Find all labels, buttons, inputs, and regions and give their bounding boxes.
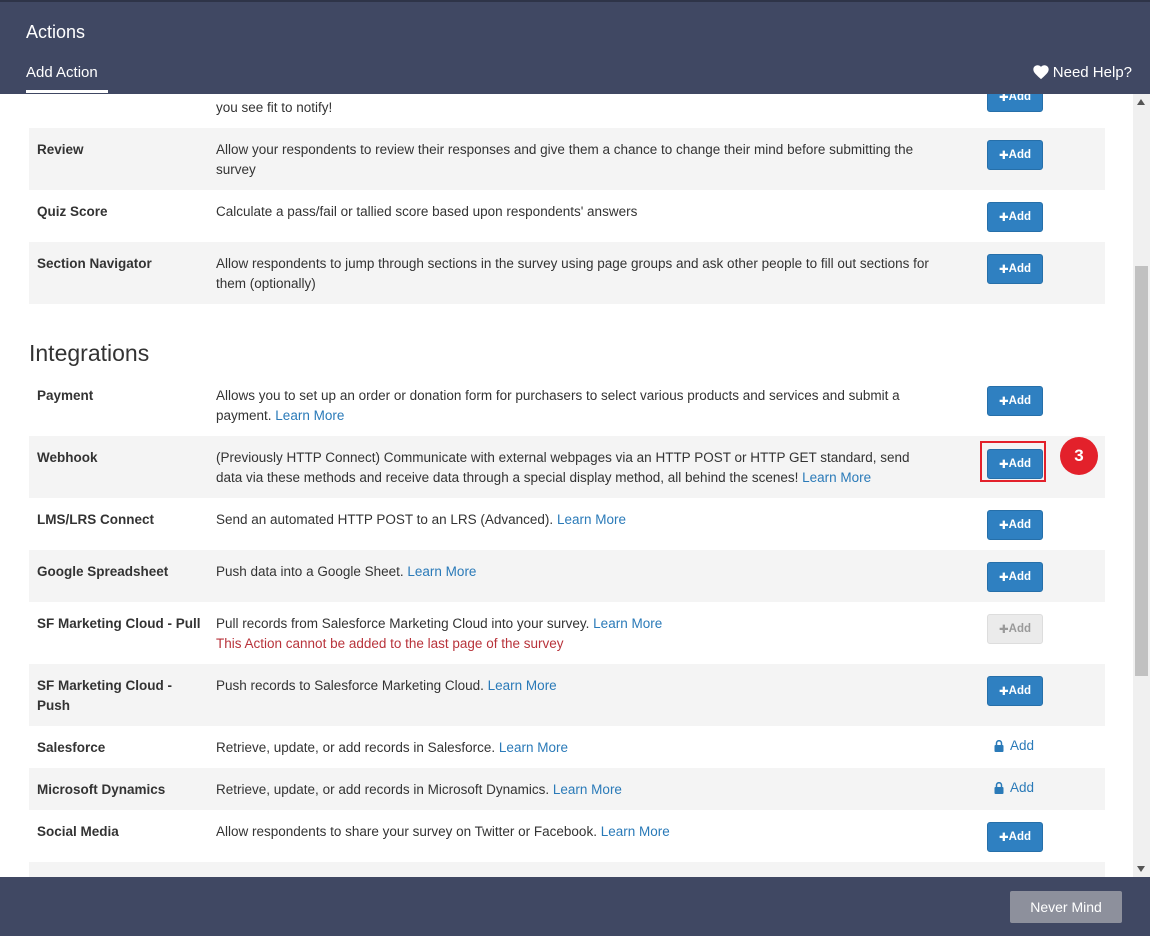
add-button[interactable]: ✚ Add	[987, 676, 1043, 706]
action-description: Allows you to set up an order or donatio…	[216, 388, 900, 423]
action-description: Allow respondents to share your survey o…	[216, 824, 670, 839]
plus-icon: ✚	[999, 686, 1009, 698]
learn-more-link[interactable]: Learn More	[802, 470, 871, 485]
actions-list: you see fit to notify! ✚ Add Review Allow…	[0, 94, 1133, 877]
list-item: SF Marketing Cloud - Pull Pull records f…	[29, 602, 1105, 664]
scroll-up-icon[interactable]	[1137, 99, 1145, 105]
modal-title: Actions	[26, 22, 86, 42]
list-item: Google Spreadsheet Push data into a Goog…	[29, 550, 1105, 602]
add-button[interactable]: ✚ Add	[987, 822, 1043, 852]
scrollbar[interactable]	[1133, 94, 1150, 877]
action-description: Retrieve, update, or add records in Micr…	[216, 782, 622, 797]
action-name: Webhook	[37, 450, 98, 465]
add-button[interactable]: ✚ Add	[987, 510, 1043, 540]
action-name: Google Spreadsheet	[37, 564, 169, 579]
plus-icon: ✚	[999, 572, 1009, 584]
scrollbar-thumb[interactable]	[1135, 266, 1148, 676]
action-name: LMS/LRS Connect	[37, 512, 154, 527]
add-button-disabled: ✚ Add	[987, 614, 1043, 644]
step-badge: 3	[1060, 437, 1098, 475]
modal-footer: Never Mind	[0, 877, 1150, 936]
action-description: Calculate a pass/fail or tallied score b…	[216, 204, 638, 219]
need-help-link[interactable]: Need Help?	[1033, 64, 1132, 81]
action-description: Push data into a Google Sheet. Learn Mor…	[216, 564, 477, 579]
plus-icon: ✚	[999, 212, 1009, 224]
list-item: you see fit to notify! ✚ Add	[29, 94, 1105, 126]
list-item: Salesforce Retrieve, update, or add reco…	[29, 726, 1105, 768]
plus-icon: ✚	[999, 832, 1009, 844]
learn-more-link[interactable]: Learn More	[407, 564, 476, 579]
learn-more-link[interactable]: Learn More	[488, 678, 557, 693]
action-name: Salesforce	[37, 740, 106, 755]
add-button[interactable]: ✚ Add	[987, 254, 1043, 284]
list-item	[29, 862, 1105, 877]
action-name: Payment	[37, 388, 94, 403]
add-locked-button[interactable]: Add	[994, 738, 1034, 753]
learn-more-link[interactable]: Learn More	[553, 782, 622, 797]
learn-more-link[interactable]: Learn More	[275, 408, 344, 423]
action-name: Section Navigator	[37, 256, 152, 271]
plus-icon: ✚	[999, 264, 1009, 276]
plus-icon: ✚	[999, 150, 1009, 162]
lock-icon	[994, 739, 1004, 752]
action-name: SF Marketing Cloud - Push	[37, 678, 172, 713]
learn-more-link[interactable]: Learn More	[557, 512, 626, 527]
heart-icon	[1033, 65, 1049, 80]
add-button[interactable]: ✚ Add	[987, 94, 1043, 112]
list-item: Social Media Allow respondents to share …	[29, 810, 1105, 862]
error-message: This Action cannot be added to the last …	[216, 636, 564, 651]
tab-active-indicator	[26, 90, 108, 93]
section-title-integrations: Integrations	[29, 340, 150, 366]
action-description: Allow respondents to jump through sectio…	[216, 256, 929, 291]
never-mind-button[interactable]: Never Mind	[1010, 891, 1122, 923]
list-item: LMS/LRS Connect Send an automated HTTP P…	[29, 498, 1105, 550]
list-item: Microsoft Dynamics Retrieve, update, or …	[29, 768, 1105, 810]
action-description: Send an automated HTTP POST to an LRS (A…	[216, 512, 626, 527]
plus-icon: ✚	[999, 520, 1009, 532]
list-item: Quiz Score Calculate a pass/fail or tall…	[29, 190, 1105, 242]
plus-icon: ✚	[999, 396, 1009, 408]
action-name: Review	[37, 142, 84, 157]
modal-header: Actions Add Action Need Help?	[0, 0, 1150, 94]
list-item: SF Marketing Cloud - Push Push records t…	[29, 664, 1105, 726]
action-description: Allow your respondents to review their r…	[216, 142, 914, 177]
highlight-box	[980, 441, 1046, 482]
learn-more-link[interactable]: Learn More	[593, 616, 662, 631]
action-name: SF Marketing Cloud - Pull	[37, 616, 201, 631]
add-button[interactable]: ✚ Add	[987, 202, 1043, 232]
tab-add-action[interactable]: Add Action	[26, 64, 98, 81]
action-name: Quiz Score	[37, 204, 108, 219]
action-name: Social Media	[37, 824, 119, 839]
lock-icon	[994, 781, 1004, 794]
action-description: Retrieve, update, or add records in Sale…	[216, 740, 568, 755]
action-description: Push records to Salesforce Marketing Clo…	[216, 678, 557, 693]
action-description: (Previously HTTP Connect) Communicate wi…	[216, 450, 910, 485]
add-button[interactable]: ✚ Add	[987, 140, 1043, 170]
action-description: you see fit to notify!	[216, 100, 333, 115]
add-button[interactable]: ✚ Add	[987, 386, 1043, 416]
action-name: Microsoft Dynamics	[37, 782, 166, 797]
list-item: Section Navigator Allow respondents to j…	[29, 242, 1105, 304]
add-locked-button[interactable]: Add	[994, 780, 1034, 795]
learn-more-link[interactable]: Learn More	[601, 824, 670, 839]
add-button[interactable]: ✚ Add	[987, 562, 1043, 592]
plus-icon: ✚	[999, 624, 1009, 636]
plus-icon: ✚	[999, 94, 1009, 104]
action-description: Pull records from Salesforce Marketing C…	[216, 616, 663, 651]
list-item: Payment Allows you to set up an order or…	[29, 374, 1105, 436]
list-item: Webhook (Previously HTTP Connect) Commun…	[29, 436, 1105, 498]
learn-more-link[interactable]: Learn More	[499, 740, 568, 755]
need-help-label: Need Help?	[1052, 64, 1132, 81]
list-item: Review Allow your respondents to review …	[29, 128, 1105, 190]
scroll-down-icon[interactable]	[1137, 866, 1145, 872]
